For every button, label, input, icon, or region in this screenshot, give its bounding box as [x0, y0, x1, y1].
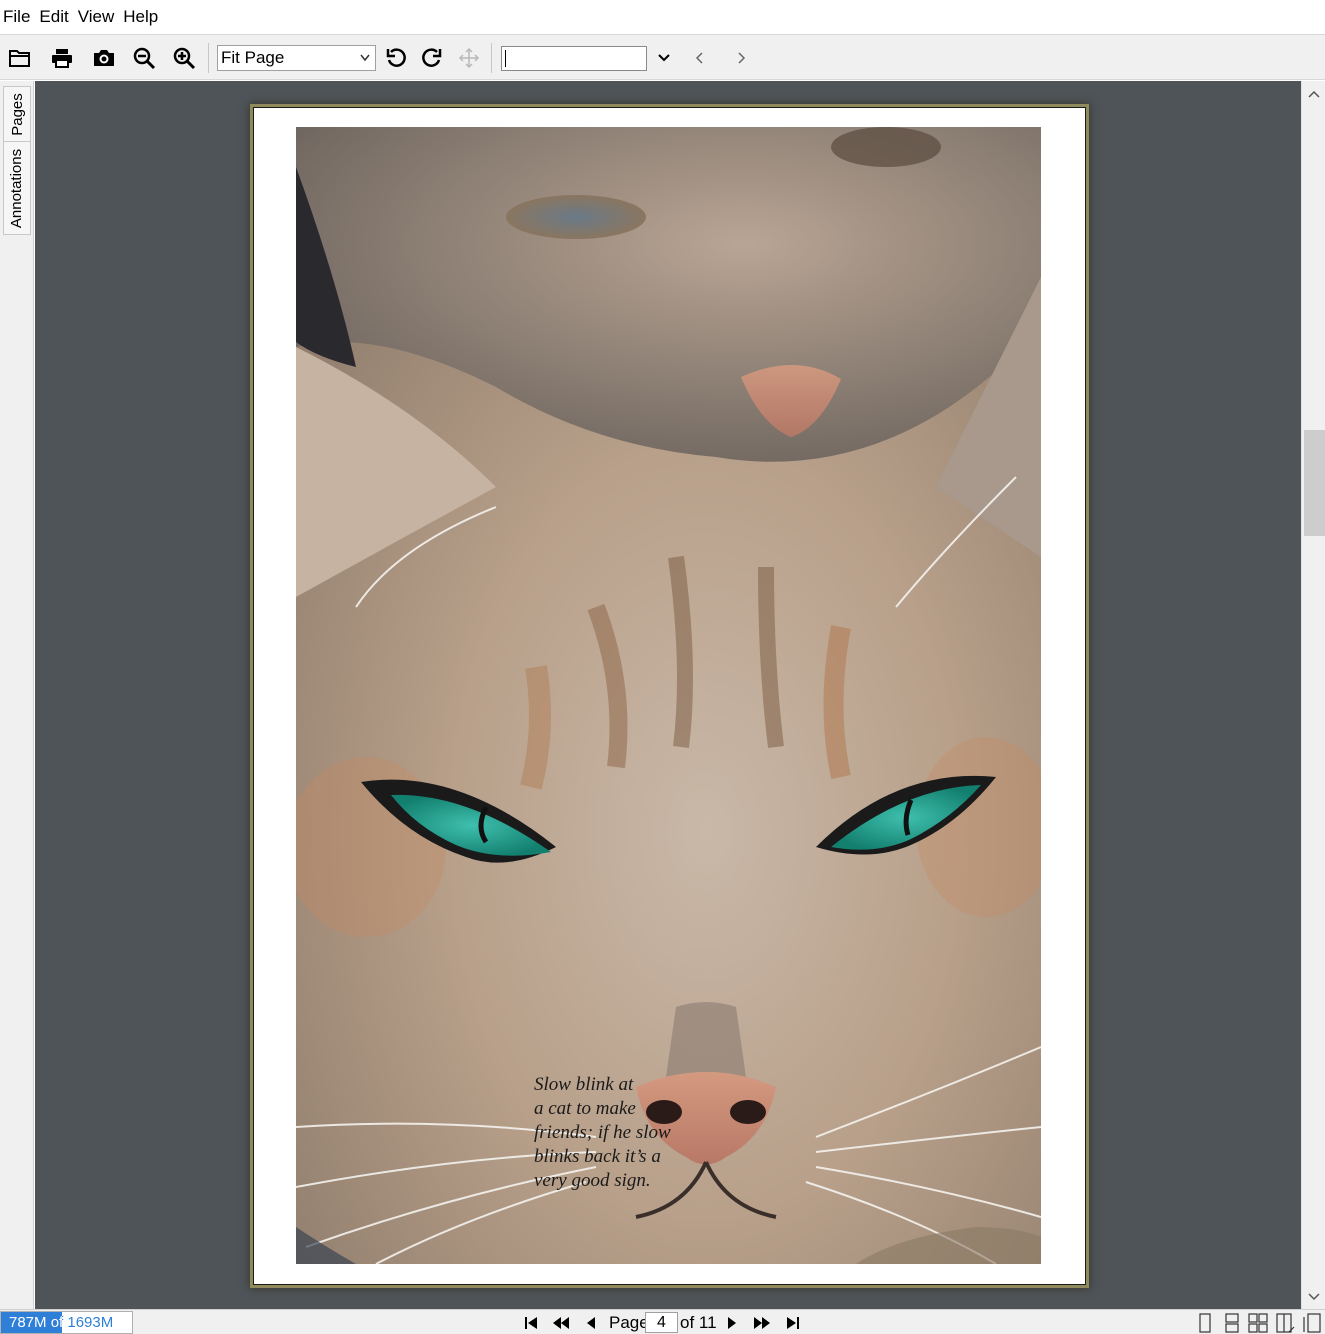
chevron-down-icon: [1308, 1293, 1320, 1301]
continuous-page-icon: [1225, 1313, 1239, 1333]
total-pages-label: of 11: [680, 1313, 717, 1332]
caption-line: a cat to make: [534, 1098, 636, 1119]
document-view[interactable]: Slow blink at a cat to make friends; if …: [35, 81, 1301, 1309]
facing-pages-icon: [1248, 1313, 1268, 1333]
chevron-left-icon: [695, 52, 703, 64]
memory-usage-bar: 787M of 1693M 787M of 1693M: [0, 1311, 133, 1334]
book-view-icon: [1276, 1313, 1295, 1333]
fast-forward-icon: [754, 1317, 770, 1329]
chevron-down-icon: [359, 46, 371, 78]
open-button[interactable]: [4, 42, 36, 74]
toolbar: Fit Page: [0, 34, 1325, 80]
photo-caption: Slow blink at a cat to make friends; if …: [534, 1073, 694, 1193]
caption-line: friends; if he slow: [534, 1122, 671, 1143]
forward-pages-button[interactable]: [749, 1312, 775, 1334]
next-icon: [728, 1317, 736, 1329]
toolbar-separator: [491, 43, 492, 73]
facing-view-button[interactable]: [1246, 1312, 1270, 1334]
next-page-button[interactable]: [719, 1312, 745, 1334]
previous-icon: [587, 1317, 595, 1329]
back-pages-button[interactable]: [548, 1312, 574, 1334]
page-number-input[interactable]: 4: [645, 1312, 678, 1333]
first-page-icon: [525, 1317, 537, 1329]
fast-backward-icon: [553, 1317, 569, 1329]
menu-edit[interactable]: Edit: [36, 0, 71, 34]
last-page-button[interactable]: [780, 1312, 806, 1334]
rotate-right-button[interactable]: [416, 42, 448, 74]
status-bar: 787M of 1693M 787M of 1693M Page 4 of 11: [0, 1309, 1325, 1334]
zoom-out-icon: [133, 47, 156, 70]
cover-view-icon: [1303, 1313, 1321, 1333]
toolbar-separator: [208, 43, 209, 73]
scroll-down-button[interactable]: [1302, 1284, 1325, 1308]
find-next-button[interactable]: [725, 42, 757, 74]
cat-photo: Slow blink at a cat to make friends; if …: [296, 127, 1041, 1264]
book-view-button[interactable]: [1273, 1312, 1297, 1334]
menu-file[interactable]: File: [0, 0, 33, 34]
continuous-view-button[interactable]: [1220, 1312, 1244, 1334]
document-page: Slow blink at a cat to make friends; if …: [253, 107, 1086, 1285]
caption-line: Slow blink at: [534, 1074, 634, 1095]
menu-bar: File Edit View Help: [0, 0, 1325, 34]
chevron-right-icon: [738, 52, 746, 64]
caption-line: blinks back it’s a: [534, 1146, 661, 1167]
single-page-icon: [1199, 1313, 1211, 1333]
chevron-up-icon: [1308, 90, 1320, 98]
search-options-button[interactable]: [648, 42, 680, 74]
previous-page-button[interactable]: [578, 1312, 604, 1334]
pan-move-icon: [458, 47, 480, 69]
zoom-out-button[interactable]: [128, 42, 160, 74]
rotate-right-icon: [422, 48, 442, 67]
caption-line: very good sign.: [534, 1170, 651, 1191]
zoom-select-value: Fit Page: [221, 48, 285, 67]
side-tabs: Pages Annotations: [0, 81, 34, 1309]
camera-icon: [94, 50, 114, 66]
vertical-scrollbar[interactable]: [1301, 81, 1325, 1309]
first-page-button[interactable]: [518, 1312, 544, 1334]
find-previous-button[interactable]: [684, 42, 716, 74]
text-caret: [505, 50, 506, 67]
menu-help[interactable]: Help: [120, 0, 161, 34]
rotate-left-button[interactable]: [380, 42, 412, 74]
open-folder-icon: [9, 50, 30, 67]
tab-pages[interactable]: Pages: [3, 86, 31, 142]
memory-usage-text-highlight: 787M of 1693M: [9, 1314, 62, 1331]
print-button[interactable]: [46, 42, 78, 74]
cover-view-button[interactable]: [1300, 1312, 1324, 1334]
page-label: Page: [609, 1313, 649, 1332]
single-page-view-button[interactable]: [1193, 1312, 1217, 1334]
zoom-in-icon: [173, 47, 196, 70]
zoom-select[interactable]: Fit Page: [217, 45, 376, 71]
rotate-left-icon: [386, 48, 406, 67]
print-icon: [52, 49, 72, 68]
last-page-icon: [787, 1317, 799, 1329]
tab-pages-label: Pages: [8, 92, 26, 136]
zoom-in-button[interactable]: [168, 42, 200, 74]
menu-view[interactable]: View: [75, 0, 118, 34]
snapshot-button[interactable]: [88, 42, 120, 74]
scrollbar-thumb[interactable]: [1304, 430, 1325, 536]
scroll-up-button[interactable]: [1302, 83, 1325, 107]
chevron-down-icon: [658, 54, 670, 62]
tab-annotations[interactable]: Annotations: [3, 141, 31, 235]
tab-annotations-label: Annotations: [8, 148, 26, 228]
search-input[interactable]: [501, 46, 647, 71]
pan-button[interactable]: [453, 42, 485, 74]
